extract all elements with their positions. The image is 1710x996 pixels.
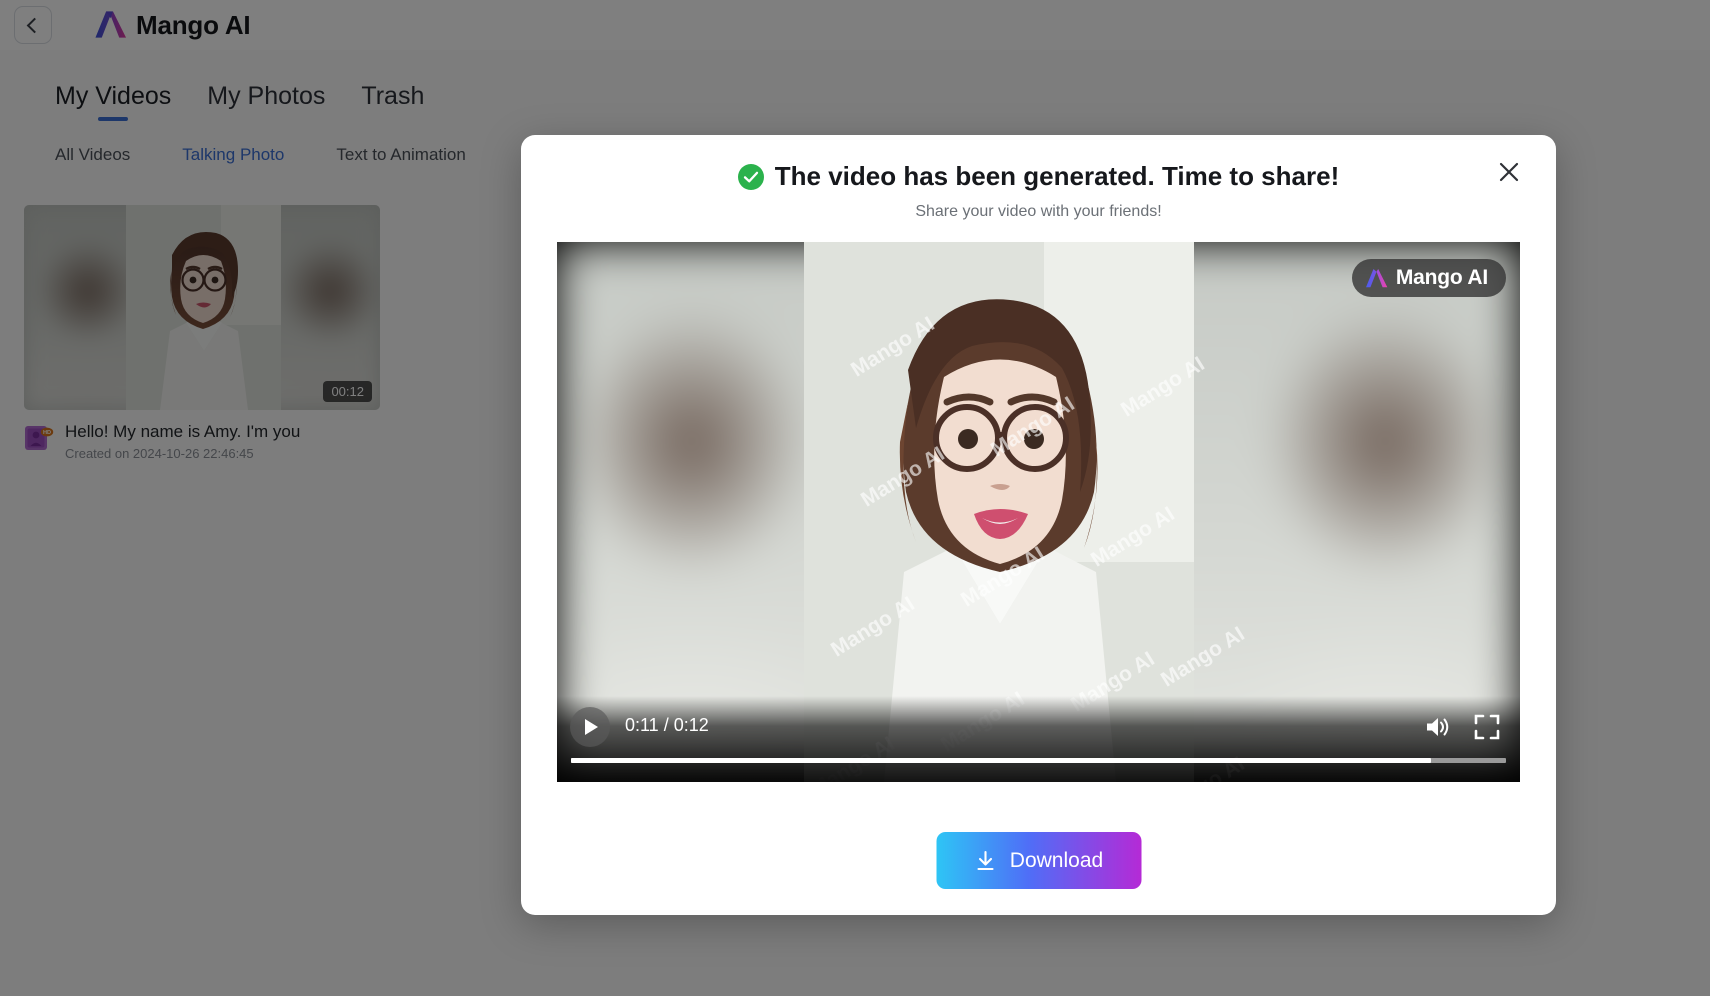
video-controls: 0:11 / 0:12 xyxy=(557,696,1520,782)
success-check-icon xyxy=(737,163,764,190)
app-root: Mango AI My Videos My Photos Trash All V… xyxy=(0,0,1710,996)
volume-button[interactable] xyxy=(1422,712,1452,742)
play-icon xyxy=(585,719,598,735)
share-video-modal: The video has been generated. Time to sh… xyxy=(521,135,1556,915)
mango-ai-watermark-badge: Mango AI xyxy=(1351,259,1506,297)
modal-title-row: The video has been generated. Time to sh… xyxy=(521,161,1556,192)
mango-ai-logo-icon xyxy=(1365,268,1388,287)
modal-subtitle: Share your video with your friends! xyxy=(915,203,1162,220)
play-button[interactable] xyxy=(570,707,610,747)
watermark-badge-text: Mango AI xyxy=(1395,266,1488,289)
download-icon xyxy=(977,850,994,870)
download-button[interactable]: Download xyxy=(936,832,1141,889)
modal-title-text: The video has been generated. Time to sh… xyxy=(774,161,1340,191)
download-button-label: Download xyxy=(1009,848,1104,872)
fullscreen-icon xyxy=(1474,714,1500,740)
time-display: 0:11 / 0:12 xyxy=(625,715,709,735)
video-player[interactable]: Mango AI Mango AI Mango AI Mango AI Mang… xyxy=(557,242,1520,782)
progress-bar-fill xyxy=(571,758,1432,763)
progress-bar[interactable] xyxy=(571,758,1506,763)
fullscreen-button[interactable] xyxy=(1472,712,1502,742)
volume-on-icon xyxy=(1427,718,1449,736)
